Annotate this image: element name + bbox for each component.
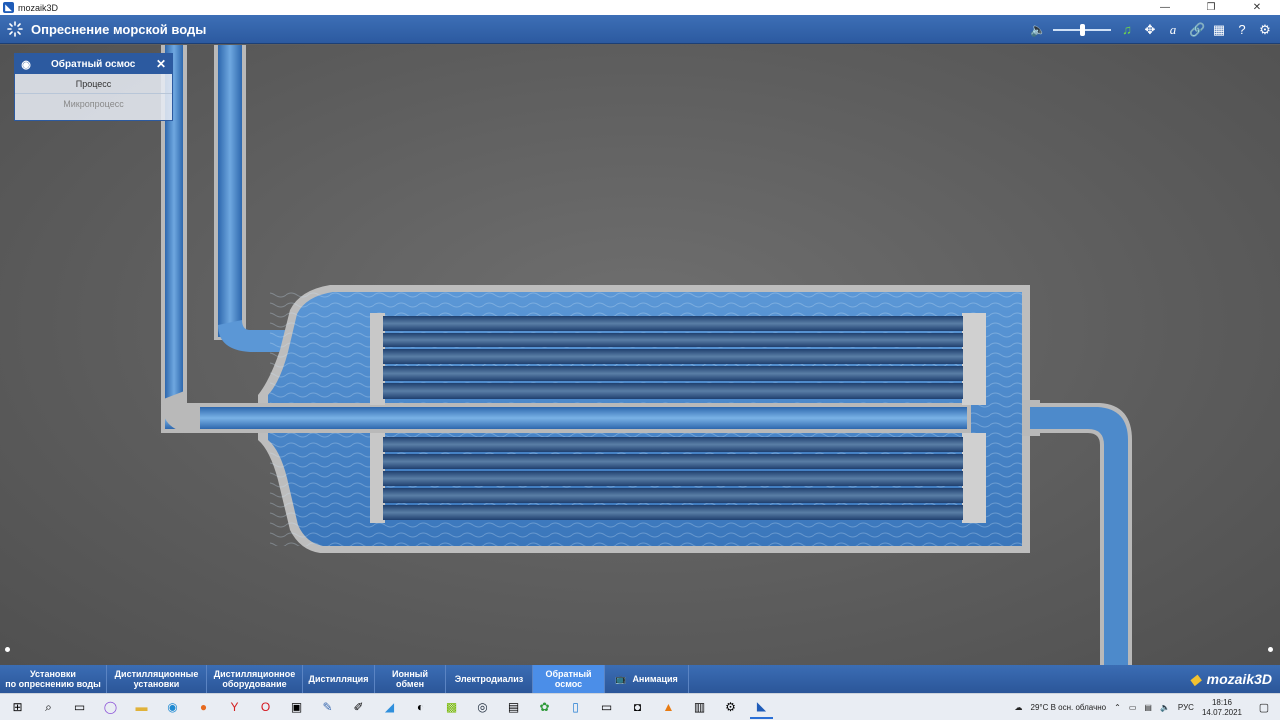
close-icon[interactable]: ✕ (156, 57, 166, 71)
edge-icon[interactable]: ◉ (161, 696, 184, 719)
calculator-icon[interactable]: ▤ (502, 696, 525, 719)
steam-icon[interactable]: ◎ (471, 696, 494, 719)
window-title: mozaik3D (18, 2, 59, 13)
tool-icon[interactable]: ✐ (347, 696, 370, 719)
system-tray: ☁ 29°C В осн. облачно ⌃ ▭ ▤ 🔈 РУС 18:16 … (1015, 694, 1280, 720)
vlc-icon[interactable]: ▲ (657, 696, 680, 719)
membrane-end-cap-left-bottom (370, 433, 385, 523)
page-title: Опреснение морской воды (31, 21, 207, 37)
tab-reverse-osmosis[interactable]: Обратный осмос (533, 665, 605, 693)
tray-overflow-icon[interactable]: ⌃ (1114, 703, 1121, 712)
notification-icon[interactable]: ▢ (1254, 701, 1274, 714)
window-titlebar: ◣ mozaik3D — ❐ ✕ (0, 0, 1280, 15)
help-icon[interactable]: ? (1235, 22, 1249, 37)
link-icon[interactable]: 🔗 (1189, 22, 1205, 38)
tab-distillation-plants[interactable]: Дистилляционные установки (107, 665, 207, 693)
membrane-end-cap-right-bottom (962, 433, 986, 523)
tab-distillation[interactable]: Дистилляция (303, 665, 375, 693)
loading-spinner-icon[interactable] (7, 21, 23, 37)
music-icon[interactable]: ♫ (1120, 22, 1134, 37)
task-view-icon[interactable]: ▭ (68, 696, 91, 719)
taskbar: ⊞ ⌕ ▭ ◯ ▬ ◉ ● Y O ▣ ✎ ✐ ◢ ◐ ▩ ◎ ▤ ✿ ▯ ▭ … (0, 693, 1280, 720)
tv-icon: 📺 (615, 674, 627, 684)
notepad-icon[interactable]: ✎ (316, 696, 339, 719)
tab-animation-label: Анимация (632, 674, 678, 684)
tab-desalination-plants[interactable]: Установки по опреснению воды (0, 665, 107, 693)
move-icon[interactable]: ✥ (1143, 22, 1157, 38)
cortana-icon[interactable]: ◯ (99, 696, 122, 719)
terminal-icon[interactable]: ▭ (595, 696, 618, 719)
scroll-dot-left (5, 647, 10, 652)
store-icon[interactable]: ▣ (285, 696, 308, 719)
weather-icon[interactable]: ☁ (1015, 703, 1023, 712)
nvidia-icon[interactable]: ▩ (440, 696, 463, 719)
tab-ion-exchange[interactable]: Ионный обмен (375, 665, 446, 693)
language-indicator[interactable]: РУС (1178, 703, 1194, 712)
reverse-osmosis-model (161, 45, 1132, 665)
brand-logo: ◆ mozaik3D (1190, 665, 1272, 693)
volume-slider[interactable] (1053, 23, 1111, 36)
firefox-icon[interactable]: ● (192, 696, 215, 719)
clock[interactable]: 18:16 14.07.2021 (1202, 698, 1242, 718)
app-icon: ◣ (3, 2, 14, 13)
phone-icon[interactable]: ▯ (564, 696, 587, 719)
battery-icon[interactable]: ▭ (1129, 703, 1137, 712)
tab-animation[interactable]: 📺 Анимация (605, 665, 689, 693)
membrane-end-cap-right-top (962, 313, 986, 405)
clock-date: 14.07.2021 (1201, 707, 1242, 717)
app-icon-blue[interactable]: ◢ (378, 696, 401, 719)
view-panel: ◉ Обратный осмос ✕ Процесс Микропроцесс (14, 53, 173, 121)
green-app-icon[interactable]: ✿ (533, 696, 556, 719)
tab-distillation-equipment[interactable]: Дистилляционное оборудование (207, 665, 303, 693)
volume-slider-knob[interactable] (1079, 23, 1085, 36)
windows-start-icon[interactable]: ⊞ (6, 696, 29, 719)
app-header: Опреснение морской воды 🔈 ♫ ✥ a 🔗 ▦ ? ⚙ (0, 15, 1280, 44)
image-viewer-icon[interactable]: ▥ (688, 696, 711, 719)
gear-icon[interactable]: ⚙ (1258, 22, 1272, 38)
bottom-nav: Установки по опреснению воды Дистилляцион… (0, 665, 1280, 693)
settings-taskbar-icon[interactable]: ⚙ (719, 696, 742, 719)
panel-item-microprocess[interactable]: Микропроцесс (15, 94, 172, 114)
network-icon[interactable]: ▤ (1144, 703, 1152, 712)
weather-text[interactable]: 29°C В осн. облачно (1031, 703, 1107, 712)
file-explorer-icon[interactable]: ▬ (130, 696, 153, 719)
speaker-tray-icon[interactable]: 🔈 (1160, 703, 1170, 712)
gimp-icon[interactable]: ◐ (409, 696, 432, 719)
clock-time: 18:16 (1211, 697, 1232, 707)
membrane-stack-bottom (383, 437, 963, 520)
layers-icon: ◆ (1189, 670, 1201, 687)
membrane-end-cap-left-top (370, 313, 385, 405)
panel-title: Обратный осмос (51, 58, 136, 70)
scroll-dot-right (1268, 647, 1273, 652)
maximize-button[interactable]: ❐ (1188, 0, 1234, 15)
eye-icon[interactable]: ◉ (15, 58, 37, 71)
brand-name: mozaik3D (1206, 671, 1272, 687)
mozaik-taskbar-icon[interactable]: ◣ (750, 696, 773, 719)
grid-icon[interactable]: ▦ (1212, 22, 1226, 38)
yandex-icon[interactable]: Y (223, 696, 246, 719)
membrane-stack-top (383, 316, 963, 399)
speaker-icon[interactable]: 🔈 (1030, 22, 1046, 38)
tab-electrodialysis[interactable]: Электродиализ (446, 665, 533, 693)
font-icon[interactable]: a (1166, 22, 1180, 38)
panel-item-process[interactable]: Процесс (15, 74, 172, 94)
camera-icon[interactable]: ◘ (626, 696, 649, 719)
scene-viewport[interactable] (0, 45, 1280, 665)
opera-icon[interactable]: O (254, 696, 277, 719)
minimize-button[interactable]: — (1142, 0, 1188, 15)
search-icon[interactable]: ⌕ (37, 696, 60, 719)
close-window-button[interactable]: ✕ (1234, 0, 1280, 15)
